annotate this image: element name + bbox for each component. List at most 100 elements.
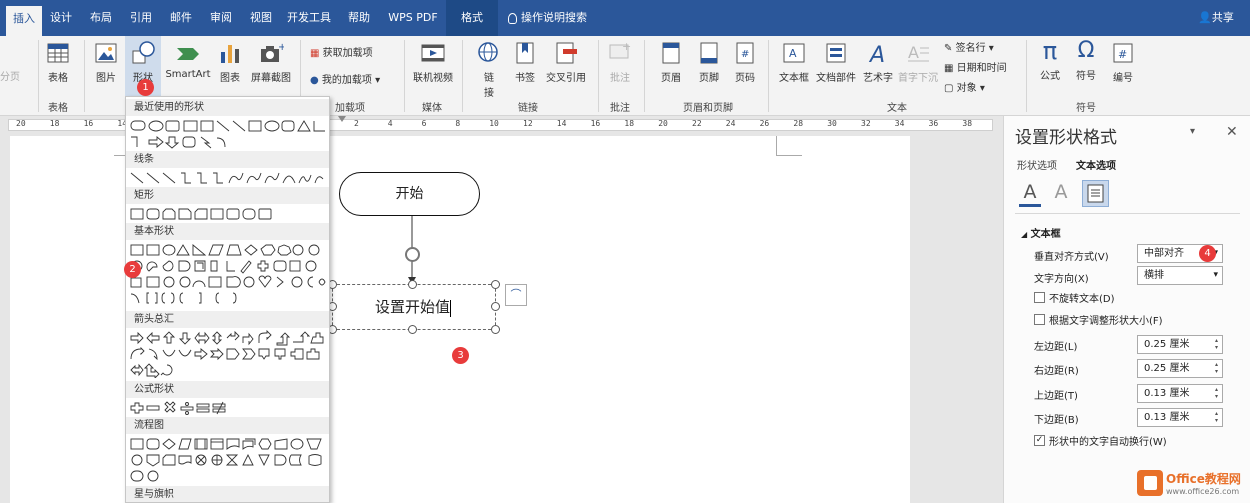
bookmark-button[interactable]: 书签	[510, 40, 540, 84]
comment-button[interactable]: + 批注	[604, 40, 636, 84]
svg-text:+: +	[622, 40, 631, 53]
resize-handle-s[interactable]	[408, 325, 417, 334]
layout-options-icon[interactable]: ⌒	[505, 284, 527, 306]
share-button[interactable]: 👤共享	[1194, 0, 1238, 36]
shapes-gallery-dropdown[interactable]: 最近使用的形状 线条 矩形 基本形状 箭头总汇 公式形状 流程图 星与旗帜	[125, 96, 330, 503]
spinner-icon[interactable]: ▴ ▾	[1215, 337, 1218, 351]
tab-design[interactable]: 设计	[46, 0, 76, 36]
get-addins-button[interactable]: ▦ 获取加载项	[310, 44, 373, 59]
resize-handle-e[interactable]	[491, 302, 500, 311]
resize-handle-n[interactable]	[408, 280, 417, 289]
spinner-icon[interactable]: ▴ ▾	[1215, 410, 1218, 424]
basic-shapes-row-4[interactable]	[129, 290, 327, 306]
selected-textbox[interactable]: 设置开始值	[332, 284, 496, 330]
arrow-shapes-row-2[interactable]	[129, 346, 327, 362]
tab-format[interactable]: 格式	[446, 0, 498, 36]
rotate-handle-icon[interactable]	[405, 247, 420, 262]
flowchart-shapes-row-3[interactable]	[129, 468, 327, 484]
signature-line-button[interactable]: ✎ 签名行 ▾	[944, 39, 994, 54]
pane-options-chevron-icon[interactable]: ▾	[1190, 126, 1195, 137]
right-margin-input[interactable]: 0.25 厘米 ▴ ▾	[1137, 359, 1223, 378]
addin-icon: ●	[310, 75, 319, 86]
no-rotate-checkbox[interactable]	[1034, 292, 1045, 303]
tab-view[interactable]: 视图	[246, 0, 276, 36]
chart-button[interactable]: 图表	[216, 40, 244, 84]
ruler-tick-label: 16	[590, 119, 601, 128]
rectangle-shapes-row[interactable]	[129, 206, 327, 222]
resize-handle-se[interactable]	[491, 325, 500, 334]
recent-shapes-row-1[interactable]	[129, 118, 327, 134]
tab-references[interactable]: 引用	[126, 0, 156, 36]
top-margin-input[interactable]: 0.13 厘米 ▴ ▾	[1137, 384, 1223, 403]
group-links-label: 链接	[518, 103, 538, 114]
tab-text-options[interactable]: 文本选项	[1076, 157, 1116, 172]
equation-button[interactable]: π 公式	[1034, 38, 1066, 82]
text-direction-label: 文字方向(X)	[1034, 274, 1089, 285]
page-break-button[interactable]: 分页	[0, 68, 20, 83]
basic-shapes-row-1[interactable]	[129, 242, 327, 258]
ruler-tick-label: 22	[692, 119, 702, 128]
object-button[interactable]: ▢ 对象 ▾	[944, 79, 985, 94]
basic-shapes-row-2[interactable]	[129, 258, 327, 274]
drop-cap-button[interactable]: A 首字下沉	[896, 40, 940, 84]
quick-parts-button[interactable]: 文档部件	[814, 40, 858, 84]
tab-shape-options[interactable]: 形状选项	[1017, 157, 1057, 172]
spinner-icon[interactable]: ▴ ▾	[1215, 386, 1218, 400]
page-number-button[interactable]: # 页码	[730, 40, 760, 84]
cross-reference-button[interactable]: 交叉引用	[542, 40, 590, 84]
film-icon	[421, 44, 445, 62]
wordart-button[interactable]: A 艺术字	[860, 40, 896, 84]
text-effects-icon[interactable]: A	[1050, 181, 1072, 207]
text-direction-select[interactable]: 横排 ▾	[1137, 266, 1223, 285]
textbox-layout-icon[interactable]	[1082, 180, 1109, 207]
chevron-down-icon: ▾	[1213, 270, 1218, 280]
symbol-button[interactable]: Ω 符号	[1070, 38, 1102, 82]
line-shapes-row[interactable]	[129, 170, 327, 186]
arrow-shapes-row-1[interactable]	[129, 330, 327, 346]
tab-insert[interactable]: 插入	[6, 6, 42, 36]
gallery-section-equation: 公式形状	[126, 381, 329, 398]
link-button[interactable]: 链接	[474, 40, 504, 99]
basic-shapes-row-3[interactable]	[129, 274, 327, 290]
footer-button[interactable]: 页脚	[692, 40, 726, 84]
resize-handle-ne[interactable]	[491, 280, 500, 289]
group-text-label: 文本	[887, 103, 907, 114]
date-time-button[interactable]: ▦ 日期和时间	[944, 59, 1007, 74]
bottom-margin-input[interactable]: 0.13 厘米 ▴ ▾	[1137, 408, 1223, 427]
word-wrap-checkbox[interactable]: ✓	[1034, 435, 1045, 446]
person-icon: 👤	[1198, 11, 1212, 24]
header-button[interactable]: 页眉	[654, 40, 688, 84]
left-margin-input[interactable]: 0.25 厘米 ▴ ▾	[1137, 335, 1223, 354]
recent-shapes-row-2[interactable]	[129, 134, 327, 150]
online-video-button[interactable]: 联机视频	[410, 40, 456, 84]
gallery-section-recent: 最近使用的形状	[126, 99, 329, 116]
tab-mailings[interactable]: 邮件	[166, 0, 196, 36]
flowchart-shapes-row-2[interactable]	[129, 452, 327, 468]
arrow-shapes-row-3[interactable]	[129, 362, 327, 378]
textbox-button[interactable]: A 文本框	[776, 40, 812, 84]
text-fill-outline-icon[interactable]: A	[1019, 181, 1041, 207]
tab-developer[interactable]: 开发工具	[284, 0, 334, 36]
tab-layout[interactable]: 布局	[86, 0, 116, 36]
pane-close-icon[interactable]: ✕	[1226, 124, 1238, 140]
tell-me-search[interactable]: 操作说明搜索	[508, 0, 608, 36]
spinner-icon[interactable]: ▴ ▾	[1215, 361, 1218, 375]
start-terminator-shape[interactable]: 开始	[339, 172, 480, 216]
table-button[interactable]: 表格	[44, 40, 72, 84]
autofit-checkbox[interactable]	[1034, 314, 1045, 325]
my-addins-button[interactable]: ● 我的加载项 ▾	[310, 71, 380, 86]
picture-button[interactable]: 图片	[90, 40, 122, 84]
flowchart-shapes-row-1[interactable]	[129, 436, 327, 452]
tab-help[interactable]: 帮助	[344, 0, 374, 36]
screenshot-button[interactable]: + 屏幕截图	[248, 40, 294, 84]
textbox-section-header[interactable]: ◢ 文本框	[1021, 225, 1061, 240]
ruler-tick-label: 36	[928, 119, 939, 128]
smartart-button[interactable]: SmartArt	[164, 40, 212, 80]
gallery-section-stars: 星与旗帜	[126, 486, 329, 502]
number-button[interactable]: # 编号	[1106, 40, 1140, 84]
indent-marker[interactable]	[338, 116, 346, 134]
tab-wps-pdf[interactable]: WPS PDF	[386, 0, 440, 36]
equation-shapes-row[interactable]	[129, 400, 327, 416]
ruler-tick-label: 6	[421, 119, 427, 128]
tab-review[interactable]: 审阅	[206, 0, 236, 36]
